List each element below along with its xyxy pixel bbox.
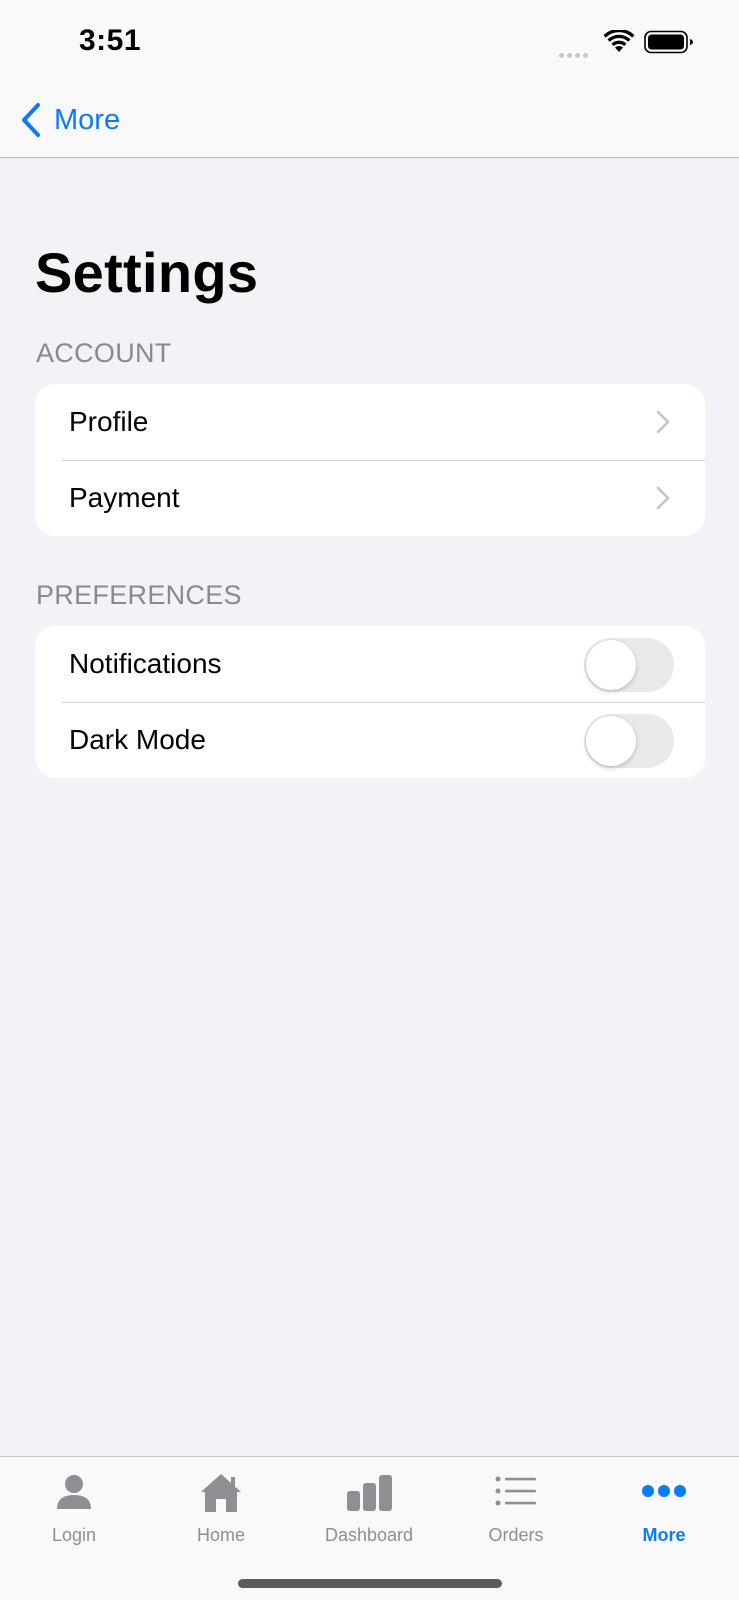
cellular-signal-icon	[559, 45, 593, 58]
person-icon	[57, 1475, 91, 1509]
account-group: Profile Payment	[35, 384, 705, 536]
dark-mode-toggle[interactable]	[584, 714, 674, 768]
back-label: More	[54, 103, 121, 136]
tab-login[interactable]: Login	[0, 1457, 148, 1567]
back-button[interactable]: More	[20, 100, 120, 140]
status-time: 3:51	[79, 24, 142, 57]
status-bar: 3:51	[0, 0, 739, 84]
section-header-account: ACCOUNT	[36, 338, 172, 368]
tab-home[interactable]: Home	[147, 1457, 295, 1567]
home-indicator	[238, 1579, 502, 1588]
settings-row-notifications: Notifications	[35, 626, 705, 702]
settings-row-payment[interactable]: Payment	[35, 460, 705, 536]
preferences-group: Notifications Dark Mode	[35, 626, 705, 778]
toggle-knob	[586, 716, 636, 766]
chevron-right-icon	[656, 410, 670, 434]
tab-label: Home	[196, 1525, 245, 1545]
bar-chart-icon	[347, 1475, 392, 1511]
section-header-preferences: PREFERENCES	[36, 580, 242, 610]
tab-dashboard[interactable]: Dashboard	[295, 1457, 443, 1567]
list-icon	[495, 1476, 536, 1506]
row-label: Payment	[69, 482, 180, 513]
tab-label: Dashboard	[324, 1525, 414, 1545]
row-label: Notifications	[69, 648, 222, 679]
wifi-icon	[603, 30, 635, 52]
settings-row-dark-mode: Dark Mode	[35, 702, 705, 778]
ellipsis-icon	[642, 1485, 686, 1497]
house-icon	[201, 1474, 241, 1512]
page-title: Settings	[35, 241, 259, 304]
chevron-right-icon	[656, 486, 670, 510]
tab-label: More	[642, 1525, 686, 1545]
tab-label: Orders	[488, 1525, 544, 1545]
chevron-left-icon	[22, 103, 40, 137]
row-label: Dark Mode	[69, 724, 206, 755]
row-label: Profile	[69, 406, 149, 437]
tab-more[interactable]: More	[590, 1457, 738, 1567]
tab-orders[interactable]: Orders	[442, 1457, 590, 1567]
battery-icon	[644, 30, 693, 54]
notifications-toggle[interactable]	[584, 638, 674, 692]
toggle-knob	[586, 640, 636, 690]
navigation-bar: More	[0, 84, 739, 158]
settings-row-profile[interactable]: Profile	[35, 384, 705, 460]
tab-label: Login	[51, 1525, 97, 1545]
